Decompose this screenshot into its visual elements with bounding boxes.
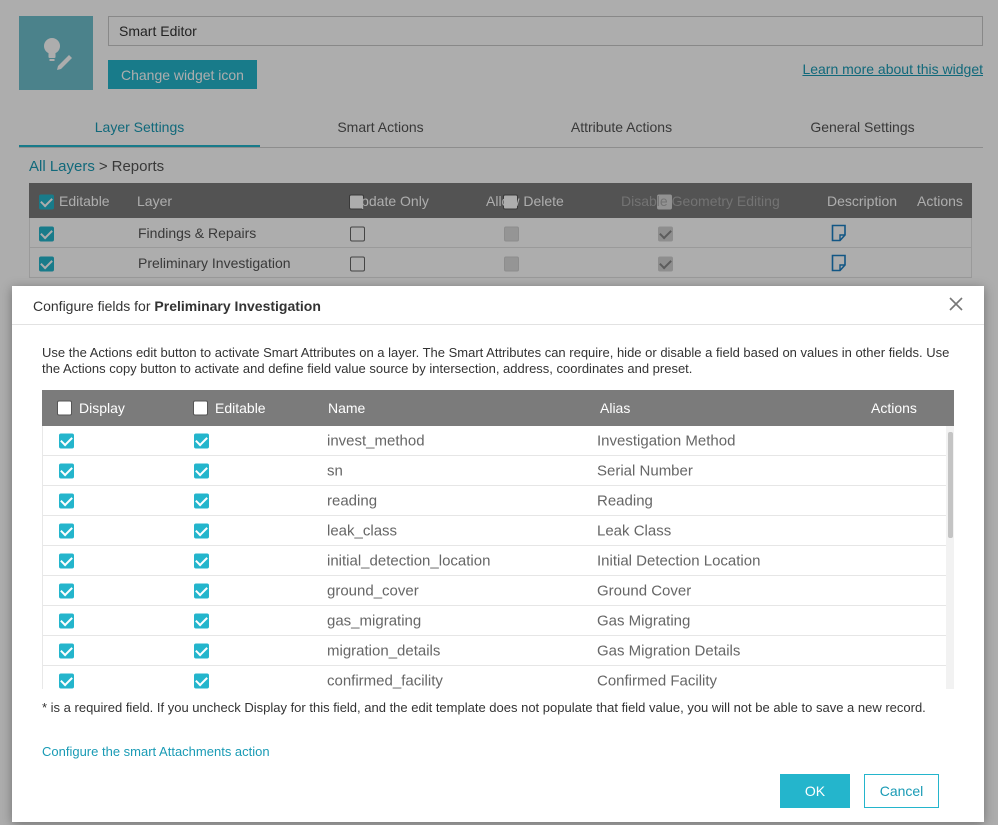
field-name: migration_details [327, 642, 441, 659]
dialog-title: Configure fields for Preliminary Investi… [33, 298, 321, 314]
header-actions: Actions [871, 400, 917, 416]
field-row: ground_cover Ground Cover [43, 576, 947, 606]
field-alias: Serial Number [597, 462, 693, 479]
editable-checkbox[interactable] [194, 613, 209, 628]
field-name: ground_cover [327, 582, 419, 599]
editable-checkbox[interactable] [194, 643, 209, 658]
fields-table-header: Display Editable Name Alias Actions [42, 390, 954, 426]
fields-scrollbar-thumb[interactable] [948, 432, 953, 538]
editable-checkbox[interactable] [194, 523, 209, 538]
field-alias: Leak Class [597, 522, 672, 539]
display-checkbox[interactable] [59, 643, 74, 658]
field-row: migration_details Gas Migration Details [43, 636, 947, 666]
ok-button[interactable]: OK [780, 774, 850, 808]
display-checkbox[interactable] [59, 463, 74, 478]
editable-checkbox[interactable] [194, 553, 209, 568]
field-name: reading [327, 492, 378, 509]
editable-checkbox[interactable] [194, 583, 209, 598]
field-alias: Reading [597, 492, 653, 509]
header-alias: Alias [600, 400, 631, 416]
display-checkbox[interactable] [59, 583, 74, 598]
configure-attachments-link[interactable]: Configure the smart Attachments action [42, 744, 270, 759]
dialog-description: Use the Actions edit button to activate … [42, 345, 950, 376]
field-alias: Ground Cover [597, 582, 692, 599]
close-icon[interactable] [948, 296, 964, 312]
dialog-title-prefix: Configure fields for [33, 298, 155, 314]
field-alias: Gas Migration Details [597, 642, 741, 659]
field-row: invest_method Investigation Method [43, 426, 947, 456]
cancel-button[interactable]: Cancel [864, 774, 939, 808]
header-name: Name [328, 400, 366, 416]
field-alias: Gas Migrating [597, 612, 691, 629]
field-row: gas_migrating Gas Migrating [43, 606, 947, 636]
required-field-note: * is a required field. If you uncheck Di… [42, 700, 926, 715]
field-name: leak_class [327, 522, 398, 539]
editable-checkbox[interactable] [194, 673, 209, 688]
field-alias: Initial Detection Location [597, 552, 761, 569]
header-editable: Editable [215, 400, 266, 416]
field-name: confirmed_facility [327, 672, 443, 689]
display-checkbox[interactable] [59, 553, 74, 568]
field-row: leak_class Leak Class [43, 516, 947, 546]
dialog-divider [12, 324, 984, 325]
display-all-checkbox[interactable] [57, 400, 72, 416]
field-name: sn [327, 462, 343, 479]
dialog-title-layer: Preliminary Investigation [154, 298, 321, 314]
field-name: initial_detection_location [327, 552, 491, 569]
display-checkbox[interactable] [59, 493, 74, 508]
editable-checkbox[interactable] [194, 463, 209, 478]
field-alias: Confirmed Facility [597, 672, 718, 689]
display-checkbox[interactable] [59, 523, 74, 538]
editable-checkbox[interactable] [194, 493, 209, 508]
editable-all-checkbox[interactable] [193, 400, 208, 416]
editable-checkbox[interactable] [194, 433, 209, 448]
field-row: sn Serial Number [43, 456, 947, 486]
fields-table-body: invest_method Investigation Method sn Se… [42, 426, 954, 689]
field-row: initial_detection_location Initial Detec… [43, 546, 947, 576]
display-checkbox[interactable] [59, 613, 74, 628]
field-alias: Investigation Method [597, 432, 736, 449]
fields-table: Display Editable Name Alias Actions inve… [42, 390, 954, 689]
field-name: invest_method [327, 432, 425, 449]
field-name: gas_migrating [327, 612, 422, 629]
field-row: confirmed_facility Confirmed Facility [43, 666, 947, 689]
configure-fields-dialog: Configure fields for Preliminary Investi… [12, 286, 984, 822]
display-checkbox[interactable] [59, 433, 74, 448]
header-display: Display [79, 400, 125, 416]
field-row: reading Reading [43, 486, 947, 516]
display-checkbox[interactable] [59, 673, 74, 688]
